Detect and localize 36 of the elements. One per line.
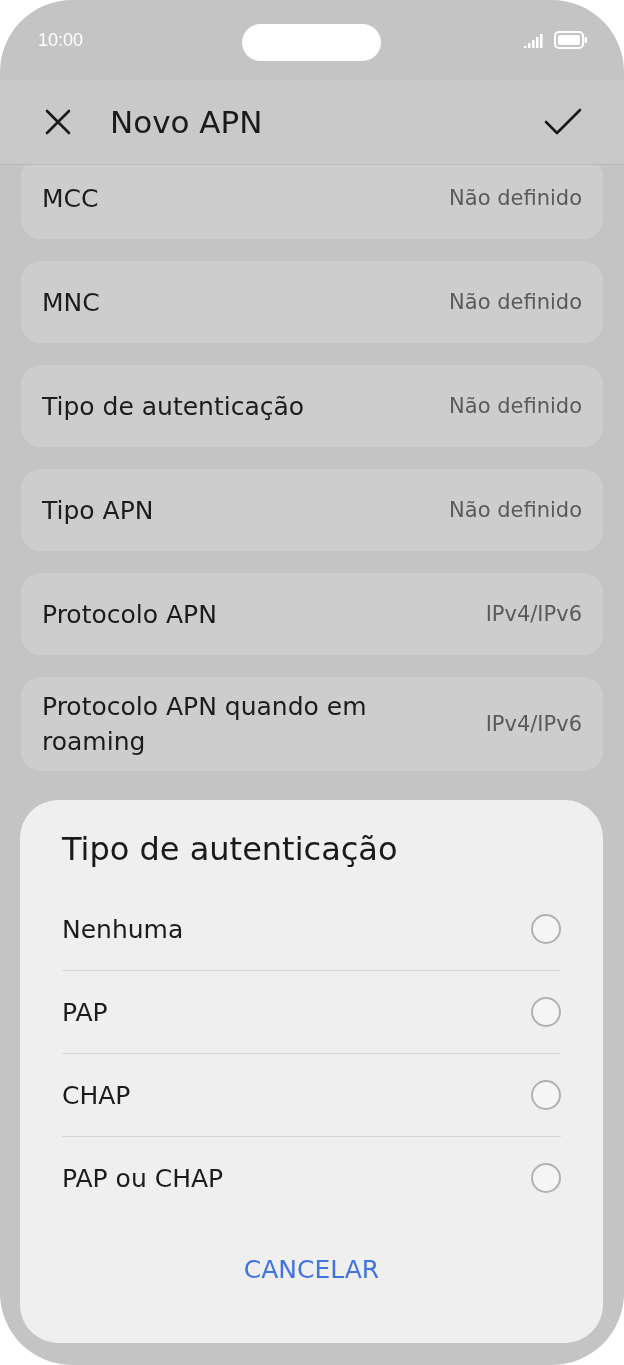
setting-row[interactable]: MNC Não definido — [21, 261, 603, 343]
option-label[interactable]: Nenhuma — [62, 914, 184, 944]
sheet-title: Tipo de autenticação — [62, 830, 399, 868]
setting-row[interactable]: Tipo de autenticação Não definido — [21, 365, 603, 447]
option-label[interactable]: CHAP — [62, 1080, 131, 1110]
option-label[interactable]: PAP — [62, 997, 108, 1027]
page-title: Novo APN — [110, 104, 264, 140]
setting-row[interactable]: Protocolo APN IPv4/IPv6 — [21, 573, 603, 655]
option-label[interactable]: PAP ou CHAP — [62, 1163, 224, 1193]
setting-value: IPv4/IPv6 — [485, 712, 582, 736]
radio-button[interactable] — [531, 914, 561, 944]
radio-button[interactable] — [531, 997, 561, 1027]
setting-value: IPv4/IPv6 — [485, 602, 582, 626]
setting-value: Não definido — [449, 186, 582, 210]
battery-icon — [554, 31, 588, 49]
setting-row[interactable]: Protocolo APN quando em roaming IPv4/IPv6 — [21, 677, 603, 771]
setting-label: Tipo APN — [42, 494, 154, 527]
radio-button[interactable] — [531, 1080, 561, 1110]
setting-row[interactable]: MCC Não definido — [21, 165, 603, 239]
setting-value: Não definido — [449, 394, 582, 418]
setting-label: Protocolo APN — [42, 598, 217, 631]
close-icon — [44, 108, 72, 136]
status-time: 10:00 — [38, 29, 84, 51]
setting-label: Tipo de autenticação — [42, 390, 305, 423]
check-icon — [544, 108, 582, 136]
setting-label: MCC — [42, 182, 99, 215]
close-button[interactable] — [44, 108, 72, 136]
setting-label: MNC — [42, 286, 100, 319]
radio-button[interactable] — [531, 1163, 561, 1193]
setting-value: Não definido — [449, 498, 582, 522]
setting-row[interactable]: Tipo APN Não definido — [21, 469, 603, 551]
cancel-button[interactable]: CANCELAR — [235, 1251, 388, 1288]
setting-label: Protocolo APN quando em roaming — [42, 691, 368, 758]
setting-value: Não definido — [449, 290, 582, 314]
save-button[interactable] — [544, 108, 582, 136]
signal-icon — [524, 32, 544, 48]
